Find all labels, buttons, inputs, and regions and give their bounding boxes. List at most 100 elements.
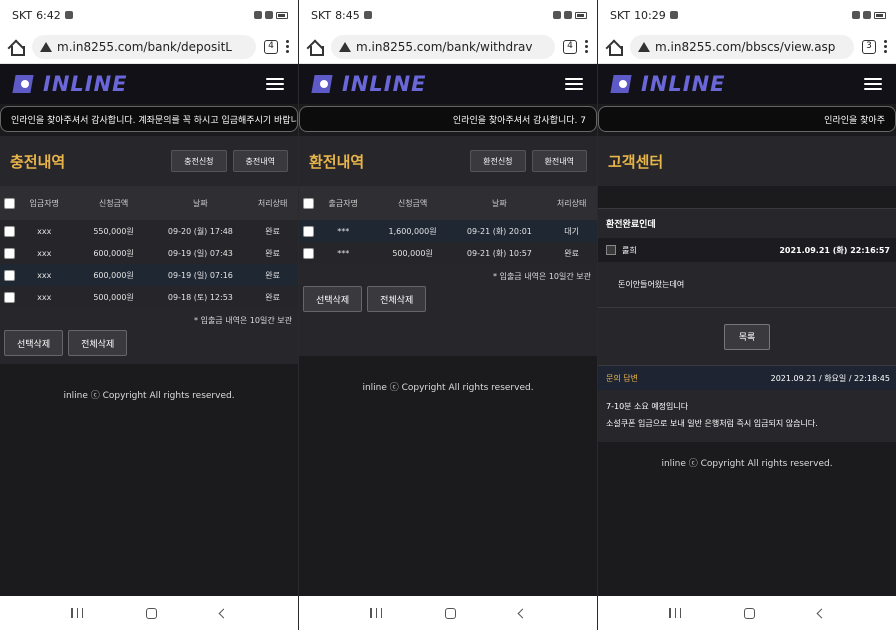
logo[interactable]: INLINE bbox=[313, 72, 427, 96]
post-subject: 환전완료인데 bbox=[598, 208, 896, 238]
copyright: inline ⓒ Copyright All rights reserved. bbox=[362, 383, 534, 393]
notification-icon bbox=[669, 11, 678, 19]
address-bar[interactable]: m.in8255.com/bank/withdrav bbox=[331, 34, 555, 59]
withdraw-panel: 환전내역 환전신청 환전내역 출금자명 신청금액 날짜 처리상태 *** 1,6… bbox=[299, 136, 597, 356]
more-menu-icon[interactable] bbox=[884, 40, 888, 53]
notification-icon bbox=[64, 11, 73, 19]
row-checkbox[interactable] bbox=[4, 225, 15, 237]
clock: 6:42 bbox=[36, 8, 61, 22]
hamburger-menu-icon[interactable] bbox=[565, 78, 583, 90]
android-nav-bar bbox=[598, 596, 896, 630]
home-icon[interactable] bbox=[606, 39, 623, 56]
row-checkbox[interactable] bbox=[4, 247, 15, 259]
delete-all-button[interactable]: 전체삭제 bbox=[367, 286, 427, 312]
table-row: xxx 550,000원 09-20 (월) 17:48 완료 bbox=[0, 220, 298, 242]
page-title: 충전내역 bbox=[10, 152, 66, 171]
select-all-checkbox[interactable] bbox=[303, 197, 314, 209]
nav-back-icon[interactable] bbox=[816, 608, 827, 618]
warning-icon bbox=[638, 41, 650, 52]
logo[interactable]: INLINE bbox=[14, 72, 128, 96]
more-menu-icon[interactable] bbox=[585, 40, 589, 53]
page-title: 고객센터 bbox=[608, 152, 664, 171]
withdraw-request-button[interactable]: 환전신청 bbox=[470, 150, 526, 172]
cell-amount: 500,000원 bbox=[392, 248, 433, 258]
url-text: m.in8255.com/bbscs/view.asp bbox=[655, 39, 836, 54]
screen-withdraw-history: SKT 8:45 m.in8255.com/bank/withdrav 4 INL… bbox=[299, 0, 598, 630]
withdraw-history-button[interactable]: 환전내역 bbox=[531, 150, 587, 172]
cell-date: 09-21 (화) 10:57 bbox=[466, 248, 532, 258]
cell-date: 09-21 (화) 20:01 bbox=[466, 226, 532, 236]
page-title: 환전내역 bbox=[309, 152, 365, 171]
column-header: 처리상태 bbox=[556, 198, 587, 208]
address-bar[interactable]: m.in8255.com/bank/depositL bbox=[32, 34, 256, 59]
hamburger-menu-icon[interactable] bbox=[266, 78, 284, 90]
tabs-count-button[interactable]: 3 bbox=[862, 39, 876, 54]
answer-header: 문의 답변 2021.09.21 / 화요일 / 22:18:45 bbox=[598, 366, 896, 390]
alarm-icon bbox=[553, 11, 561, 19]
nav-back-icon[interactable] bbox=[218, 608, 229, 618]
post-meta: 룰희 2021.09.21 (화) 22:16:57 bbox=[598, 238, 896, 262]
nav-home-icon[interactable] bbox=[145, 607, 157, 619]
cell-date: 09-18 (토) 12:53 bbox=[167, 292, 233, 302]
row-checkbox[interactable] bbox=[4, 291, 15, 303]
clock: 10:29 bbox=[634, 8, 666, 22]
delete-selected-button[interactable]: 선택삭제 bbox=[303, 286, 363, 312]
table-row: *** 500,000원 09-21 (화) 10:57 완료 bbox=[299, 242, 597, 264]
notification-icon bbox=[363, 11, 372, 19]
answer-line: 7-10분 소요 예정입니다 bbox=[606, 402, 689, 411]
row-checkbox[interactable] bbox=[303, 247, 314, 259]
post-author: 룰희 bbox=[622, 245, 637, 255]
recent-apps-icon[interactable] bbox=[71, 608, 84, 618]
column-header: 처리상태 bbox=[257, 198, 288, 208]
tabs-count-button[interactable]: 4 bbox=[563, 39, 577, 54]
android-nav-bar bbox=[299, 596, 597, 630]
column-header: 출금자명 bbox=[328, 198, 358, 208]
screen-customer-center: SKT 10:29 m.in8255.com/bbscs/view.asp 3 I… bbox=[598, 0, 896, 630]
select-all-checkbox[interactable] bbox=[4, 197, 15, 209]
home-icon[interactable] bbox=[8, 39, 25, 56]
deposit-history-button[interactable]: 충전내역 bbox=[232, 150, 288, 172]
clock: 8:45 bbox=[335, 8, 360, 22]
recent-apps-icon[interactable] bbox=[669, 608, 682, 618]
table-row: *** 1,600,000원 09-21 (화) 20:01 대기 bbox=[299, 220, 597, 242]
logo-mark-icon bbox=[313, 73, 337, 95]
android-nav-bar bbox=[0, 596, 298, 630]
home-icon[interactable] bbox=[307, 39, 324, 56]
nav-back-icon[interactable] bbox=[517, 608, 528, 618]
delete-all-button[interactable]: 전체삭제 bbox=[68, 330, 128, 356]
avatar bbox=[606, 245, 616, 255]
cell-name: xxx bbox=[37, 270, 52, 280]
recent-apps-icon[interactable] bbox=[370, 608, 383, 618]
url-text: m.in8255.com/bank/depositL bbox=[57, 39, 232, 54]
cell-name: xxx bbox=[37, 226, 52, 236]
deposit-request-button[interactable]: 충전신청 bbox=[171, 150, 227, 172]
url-text: m.in8255.com/bank/withdrav bbox=[356, 39, 533, 54]
warning-icon bbox=[40, 41, 52, 52]
delete-selected-button[interactable]: 선택삭제 bbox=[4, 330, 64, 356]
nav-home-icon[interactable] bbox=[743, 607, 755, 619]
wifi-icon bbox=[863, 11, 871, 19]
row-checkbox[interactable] bbox=[4, 269, 15, 281]
nav-home-icon[interactable] bbox=[444, 607, 456, 619]
logo[interactable]: INLINE bbox=[612, 72, 726, 96]
hamburger-menu-icon[interactable] bbox=[864, 78, 882, 90]
answer-body: 7-10분 소요 예정입니다 소설쿠폰 입금으로 보내 일반 은행처럼 즉시 입… bbox=[598, 390, 896, 442]
notice-marquee: 인라인을 찾아주 bbox=[598, 106, 896, 132]
more-menu-icon[interactable] bbox=[286, 40, 290, 53]
cell-amount: 600,000원 bbox=[93, 248, 134, 258]
back-to-list-button[interactable]: 목록 bbox=[723, 323, 771, 350]
cell-status: 대기 bbox=[564, 226, 579, 236]
cell-name: *** bbox=[337, 248, 350, 258]
address-bar[interactable]: m.in8255.com/bbscs/view.asp bbox=[630, 34, 854, 59]
table-row: xxx 600,000원 09-19 (일) 07:43 완료 bbox=[0, 242, 298, 264]
tabs-count-button[interactable]: 4 bbox=[264, 39, 278, 54]
browser-toolbar: m.in8255.com/bank/withdrav 4 bbox=[299, 30, 597, 64]
column-header: 신청금액 bbox=[397, 198, 428, 208]
row-checkbox[interactable] bbox=[303, 225, 314, 237]
notice-marquee: 인라인을 찾아주셔서 감사합니다. 계좌문의를 꼭 하시고 입금해주시기 바랍니… bbox=[0, 106, 298, 132]
status-bar: SKT 10:29 bbox=[598, 0, 896, 30]
carrier: SKT bbox=[610, 8, 631, 22]
battery-icon bbox=[874, 11, 886, 19]
wifi-icon bbox=[265, 11, 273, 19]
cell-name: xxx bbox=[37, 248, 52, 258]
